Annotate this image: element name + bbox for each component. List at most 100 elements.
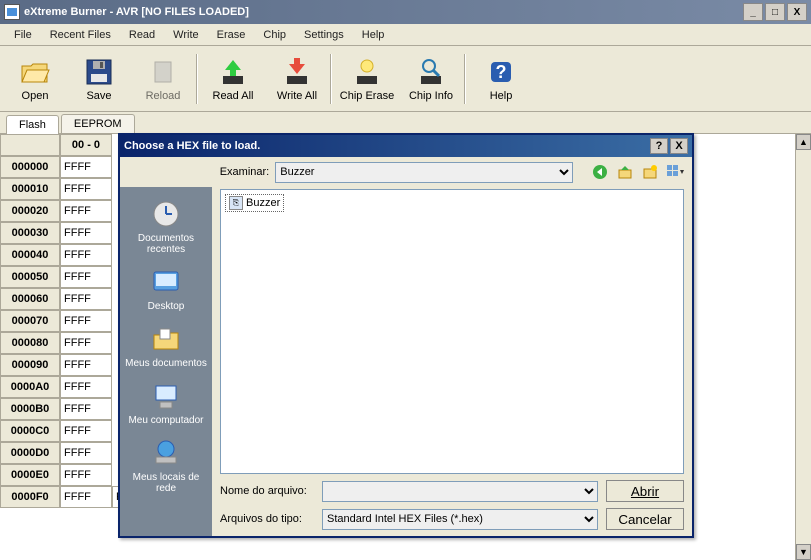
menu-recent-files[interactable]: Recent Files bbox=[42, 27, 119, 43]
place-mycomputer[interactable]: Meu computador bbox=[124, 375, 208, 430]
titlebar: eXtreme Burner - AVR [NO FILES LOADED] _… bbox=[0, 0, 811, 24]
row-header: 000050 bbox=[0, 266, 60, 288]
hex-cell[interactable]: FFFF bbox=[60, 398, 112, 420]
hex-cell[interactable]: FFFF bbox=[60, 464, 112, 486]
lookin-row: Examinar: Buzzer bbox=[120, 157, 692, 187]
floppy-icon bbox=[83, 56, 115, 88]
row-header: 000060 bbox=[0, 288, 60, 310]
magnifier-chip-icon bbox=[415, 56, 447, 88]
menu-erase[interactable]: Erase bbox=[209, 27, 254, 43]
menu-file[interactable]: File bbox=[6, 27, 40, 43]
tab-bar: Flash EEPROM bbox=[0, 112, 811, 134]
hex-cell[interactable]: FFFF bbox=[60, 288, 112, 310]
hex-cell[interactable]: FFFF bbox=[60, 244, 112, 266]
file-list[interactable]: ⎘ Buzzer bbox=[220, 189, 684, 474]
hex-cell[interactable]: FFFF bbox=[60, 200, 112, 222]
sparkle-chip-icon bbox=[351, 56, 383, 88]
vertical-scrollbar[interactable]: ▲ ▼ bbox=[795, 134, 811, 560]
hex-cell[interactable]: FFFF bbox=[60, 310, 112, 332]
dialog-help-button[interactable]: ? bbox=[650, 138, 668, 154]
file-item-buzzer[interactable]: ⎘ Buzzer bbox=[225, 194, 284, 212]
hex-cell[interactable]: FFFF bbox=[60, 376, 112, 398]
maximize-button[interactable]: □ bbox=[765, 3, 785, 21]
grid-corner bbox=[0, 134, 60, 156]
place-recent[interactable]: Documentos recentes bbox=[124, 193, 208, 259]
places-bar: Documentos recentes Desktop Meus documen… bbox=[120, 187, 212, 536]
menu-read[interactable]: Read bbox=[121, 27, 163, 43]
toolbar: Open Save Reload Read All Write All Chip… bbox=[0, 46, 811, 112]
recent-docs-icon bbox=[149, 197, 183, 231]
place-desktop[interactable]: Desktop bbox=[124, 261, 208, 316]
lookin-label: Examinar: bbox=[217, 166, 270, 178]
arrow-down-chip-icon bbox=[281, 56, 313, 88]
row-header: 000020 bbox=[0, 200, 60, 222]
filetype-select[interactable]: Standard Intel HEX Files (*.hex) bbox=[322, 509, 598, 530]
views-icon[interactable] bbox=[665, 162, 684, 182]
toolbar-chip-info[interactable]: Chip Info bbox=[400, 48, 462, 109]
hex-cell[interactable]: FFFF bbox=[60, 442, 112, 464]
scroll-up-icon[interactable]: ▲ bbox=[796, 134, 811, 150]
filename-label: Nome do arquivo: bbox=[220, 485, 314, 497]
row-header: 0000D0 bbox=[0, 442, 60, 464]
tab-eeprom[interactable]: EEPROM bbox=[61, 114, 135, 133]
hex-cell[interactable]: FFFF bbox=[60, 156, 112, 178]
toolbar-help[interactable]: ? Help bbox=[470, 48, 532, 109]
arrow-up-chip-icon bbox=[217, 56, 249, 88]
computer-icon bbox=[149, 379, 183, 413]
tab-flash[interactable]: Flash bbox=[6, 115, 59, 134]
row-header: 000070 bbox=[0, 310, 60, 332]
hex-cell[interactable]: FFFF bbox=[60, 178, 112, 200]
col-header: 00 - 0 bbox=[60, 134, 112, 156]
new-folder-icon[interactable] bbox=[640, 162, 659, 182]
hex-cell[interactable]: FFFF bbox=[60, 332, 112, 354]
toolbar-open[interactable]: Open bbox=[4, 48, 66, 109]
cancel-button[interactable]: Cancelar bbox=[606, 508, 684, 530]
dialog-close-button[interactable]: X bbox=[670, 138, 688, 154]
menu-help[interactable]: Help bbox=[354, 27, 393, 43]
row-header: 000000 bbox=[0, 156, 60, 178]
mydocs-icon bbox=[149, 322, 183, 356]
row-header: 0000F0 bbox=[0, 486, 60, 508]
toolbar-write-all[interactable]: Write All bbox=[266, 48, 328, 109]
help-icon: ? bbox=[485, 56, 517, 88]
close-button[interactable]: X bbox=[787, 3, 807, 21]
filetype-label: Arquivos do tipo: bbox=[220, 513, 314, 525]
folder-open-icon bbox=[19, 56, 51, 88]
row-header: 0000B0 bbox=[0, 398, 60, 420]
minimize-button[interactable]: _ bbox=[743, 3, 763, 21]
back-icon[interactable] bbox=[591, 162, 610, 182]
place-mydocs[interactable]: Meus documentos bbox=[124, 318, 208, 373]
place-network[interactable]: Meus locais de rede bbox=[124, 432, 208, 498]
svg-text:?: ? bbox=[496, 62, 507, 82]
app-icon bbox=[4, 4, 20, 20]
row-header: 000080 bbox=[0, 332, 60, 354]
row-header: 0000A0 bbox=[0, 376, 60, 398]
up-folder-icon[interactable] bbox=[616, 162, 635, 182]
hex-cell[interactable]: FFFF bbox=[60, 486, 112, 508]
reload-icon bbox=[147, 56, 179, 88]
menu-write[interactable]: Write bbox=[165, 27, 206, 43]
filename-field[interactable] bbox=[322, 481, 598, 502]
dialog-title: Choose a HEX file to load. bbox=[124, 140, 648, 152]
hex-cell[interactable]: FFFF bbox=[60, 420, 112, 442]
row-header: 000010 bbox=[0, 178, 60, 200]
row-header: 0000E0 bbox=[0, 464, 60, 486]
row-header: 000040 bbox=[0, 244, 60, 266]
hex-cell[interactable]: FFFF bbox=[60, 266, 112, 288]
network-icon bbox=[149, 436, 183, 470]
menu-chip[interactable]: Chip bbox=[255, 27, 294, 43]
toolbar-chip-erase[interactable]: Chip Erase bbox=[336, 48, 398, 109]
toolbar-reload[interactable]: Reload bbox=[132, 48, 194, 109]
menu-settings[interactable]: Settings bbox=[296, 27, 352, 43]
menubar: File Recent Files Read Write Erase Chip … bbox=[0, 24, 811, 46]
hex-cell[interactable]: FFFF bbox=[60, 354, 112, 376]
open-button[interactable]: Abrir bbox=[606, 480, 684, 502]
desktop-icon bbox=[149, 265, 183, 299]
toolbar-save[interactable]: Save bbox=[68, 48, 130, 109]
toolbar-read-all[interactable]: Read All bbox=[202, 48, 264, 109]
hex-cell[interactable]: FFFF bbox=[60, 222, 112, 244]
lookin-select[interactable]: Buzzer bbox=[275, 162, 573, 183]
scroll-down-icon[interactable]: ▼ bbox=[796, 544, 811, 560]
row-header: 000090 bbox=[0, 354, 60, 376]
window-title: eXtreme Burner - AVR [NO FILES LOADED] bbox=[24, 6, 743, 18]
